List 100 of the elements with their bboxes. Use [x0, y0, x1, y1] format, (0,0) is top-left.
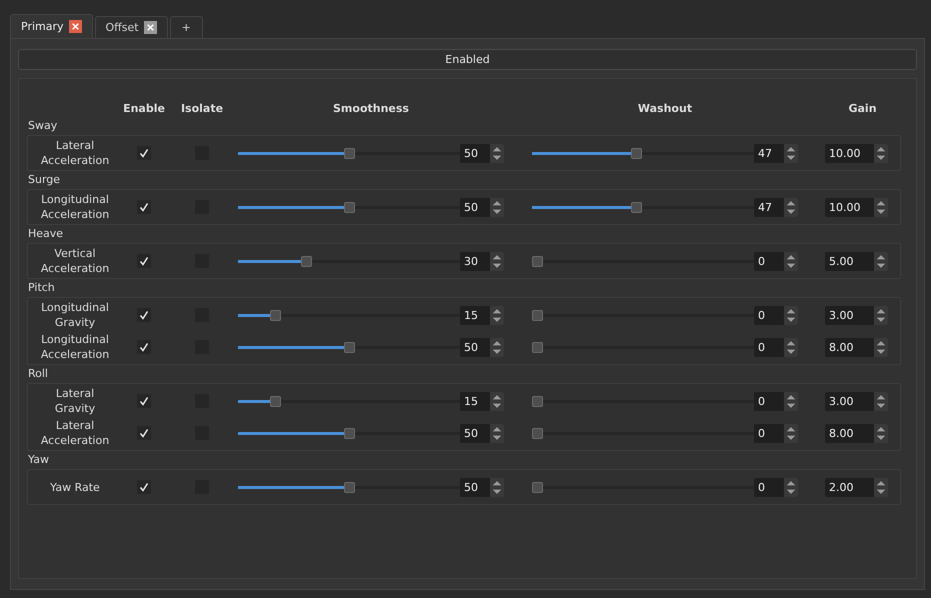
spin-box[interactable]: 10.00	[825, 144, 888, 162]
spin-box[interactable]: 2.00	[825, 478, 888, 496]
spin-box[interactable]: 50	[460, 338, 504, 356]
spinner-arrows-icon[interactable]	[874, 198, 888, 216]
spinner-arrows-icon[interactable]	[490, 252, 504, 270]
slider[interactable]	[238, 256, 460, 266]
spin-box[interactable]: 0	[754, 392, 798, 410]
spin-box[interactable]: 47	[754, 198, 798, 216]
slider[interactable]	[532, 310, 754, 320]
close-icon[interactable]	[68, 20, 82, 33]
tab[interactable]: Offset	[94, 16, 168, 38]
slider-handle[interactable]	[344, 428, 354, 438]
slider-handle[interactable]	[532, 482, 543, 492]
spin-box[interactable]: 30	[460, 252, 504, 270]
slider[interactable]	[532, 342, 754, 352]
checkbox[interactable]	[137, 146, 151, 160]
slider[interactable]	[238, 428, 460, 438]
enabled-button[interactable]: Enabled	[18, 49, 917, 70]
spin-box[interactable]: 15	[460, 392, 504, 410]
spinner-arrows-icon[interactable]	[874, 144, 888, 162]
spinner-arrows-icon[interactable]	[874, 392, 888, 410]
spinner-arrows-icon[interactable]	[874, 338, 888, 356]
spin-box[interactable]: 3.00	[825, 392, 888, 410]
row-label: Lateral Acceleration	[40, 418, 110, 448]
spin-box[interactable]: 10.00	[825, 198, 888, 216]
spin-box[interactable]: 15	[460, 306, 504, 324]
slider-handle[interactable]	[532, 310, 543, 320]
spin-box[interactable]: 8.00	[825, 338, 888, 356]
spin-box[interactable]: 0	[754, 338, 798, 356]
slider-handle[interactable]	[344, 482, 354, 492]
slider-handle[interactable]	[344, 342, 354, 352]
spin-box[interactable]: 50	[460, 424, 504, 442]
spin-box[interactable]: 47	[754, 144, 798, 162]
spinner-arrows-icon[interactable]	[874, 252, 888, 270]
spinner-arrows-icon[interactable]	[784, 306, 798, 324]
row-label: Yaw Rate	[49, 480, 101, 494]
spinner-arrows-icon[interactable]	[490, 198, 504, 216]
checkbox[interactable]	[137, 308, 151, 322]
slider[interactable]	[532, 202, 754, 212]
spinner-arrows-icon[interactable]	[784, 198, 798, 216]
checkbox[interactable]	[137, 254, 151, 268]
spin-box[interactable]: 50	[460, 144, 504, 162]
spinner-arrows-icon[interactable]	[490, 144, 504, 162]
spin-box[interactable]: 8.00	[825, 424, 888, 442]
slider-handle[interactable]	[631, 148, 642, 158]
spinner-arrows-icon[interactable]	[784, 392, 798, 410]
spin-box[interactable]: 0	[754, 252, 798, 270]
slider[interactable]	[238, 342, 460, 352]
check-icon	[138, 427, 150, 439]
spinner-arrows-icon[interactable]	[490, 392, 504, 410]
slider[interactable]	[532, 256, 754, 266]
slider-handle[interactable]	[270, 310, 281, 320]
spinner-arrows-icon[interactable]	[784, 252, 798, 270]
slider[interactable]	[532, 482, 754, 492]
slider-handle[interactable]	[532, 396, 543, 406]
spinner-arrows-icon[interactable]	[874, 424, 888, 442]
column-header: Washout	[636, 102, 694, 115]
spinner-arrows-icon[interactable]	[490, 306, 504, 324]
slider[interactable]	[238, 310, 460, 320]
spin-box[interactable]: 0	[754, 424, 798, 442]
slider[interactable]	[238, 148, 460, 158]
spinner-arrows-icon[interactable]	[490, 424, 504, 442]
spinner-arrows-icon[interactable]	[490, 478, 504, 496]
slider-handle[interactable]	[301, 256, 312, 266]
spin-box[interactable]: 50	[460, 478, 504, 496]
slider[interactable]	[238, 202, 460, 212]
column-header: Isolate	[180, 102, 224, 115]
slider-handle[interactable]	[270, 396, 281, 406]
slider-handle[interactable]	[344, 202, 354, 212]
spinner-arrows-icon[interactable]	[784, 338, 798, 356]
spinner-arrows-icon[interactable]	[874, 306, 888, 324]
tab[interactable]: Primary	[10, 14, 93, 38]
checkbox[interactable]	[137, 394, 151, 408]
group-label: Sway	[28, 118, 58, 134]
slider-handle[interactable]	[532, 342, 543, 352]
spinner-arrows-icon[interactable]	[784, 424, 798, 442]
slider[interactable]	[532, 148, 754, 158]
close-icon[interactable]	[144, 21, 157, 34]
slider[interactable]	[238, 396, 460, 406]
add-tab-button[interactable]: +	[170, 16, 203, 38]
spin-box[interactable]: 0	[754, 478, 798, 496]
slider[interactable]	[532, 428, 754, 438]
spin-box[interactable]: 0	[754, 306, 798, 324]
slider-handle[interactable]	[532, 428, 543, 438]
spin-box[interactable]: 5.00	[825, 252, 888, 270]
spin-box[interactable]: 50	[460, 198, 504, 216]
checkbox[interactable]	[137, 480, 151, 494]
slider-handle[interactable]	[532, 256, 543, 266]
spin-box[interactable]: 3.00	[825, 306, 888, 324]
spinner-arrows-icon[interactable]	[874, 478, 888, 496]
spinner-arrows-icon[interactable]	[784, 478, 798, 496]
slider[interactable]	[532, 396, 754, 406]
spinner-arrows-icon[interactable]	[784, 144, 798, 162]
checkbox[interactable]	[137, 200, 151, 214]
spinner-arrows-icon[interactable]	[490, 338, 504, 356]
slider-handle[interactable]	[344, 148, 354, 158]
checkbox[interactable]	[137, 340, 151, 354]
slider[interactable]	[238, 482, 460, 492]
checkbox[interactable]	[137, 426, 151, 440]
slider-handle[interactable]	[631, 202, 642, 212]
